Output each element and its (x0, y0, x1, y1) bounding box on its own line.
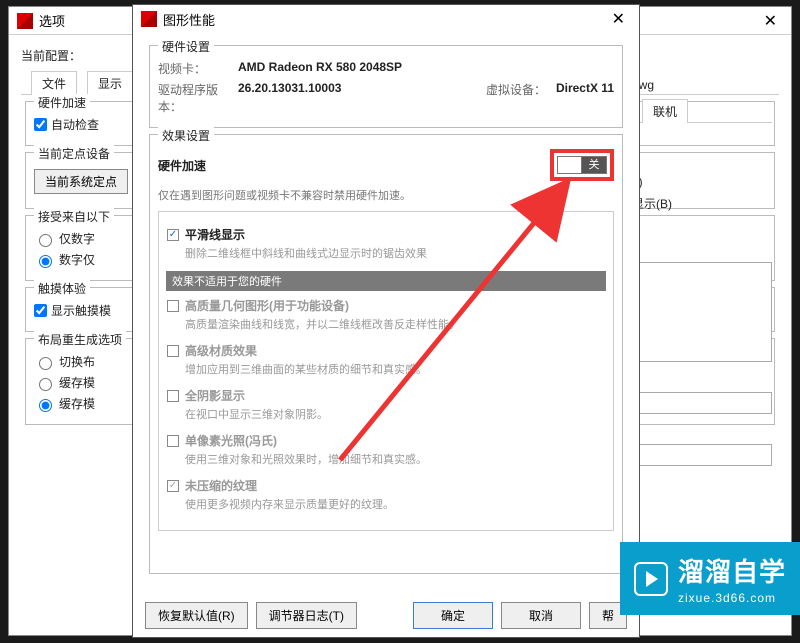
accept-from-legend: 接受来自以下 (34, 208, 114, 225)
right-field-1[interactable] (632, 392, 772, 414)
checkbox-icon (167, 345, 179, 357)
layout-regen-legend: 布局重生成选项 (34, 331, 126, 348)
driver-label: 驱动程序版本： (158, 81, 238, 115)
tab-file[interactable]: 文件 (31, 71, 77, 95)
adv-mat-desc: 增加应用到三维曲面的某些材质的细节和真实感。 (185, 361, 605, 377)
smooth-line-desc: 删除二维线框中斜线和曲线式边显示时的锯齿效果 (185, 245, 605, 261)
options-title: 选项 (39, 11, 65, 30)
right-dwg-label: dwg (632, 78, 772, 92)
hw-accel-legend: 硬件加速 (34, 94, 90, 111)
video-card-row: 视频卡： AMD Radeon RX 580 2048SP (158, 60, 614, 77)
video-card-value: AMD Radeon RX 580 2048SP (238, 60, 402, 77)
point-device-legend: 当前定点设备 (34, 145, 114, 162)
texture-title: 未压缩的纹理 (185, 477, 257, 494)
dlg-title: 图形性能 (163, 10, 215, 29)
watermark-title: 溜溜自学 (678, 552, 786, 589)
hardware-settings-legend: 硬件设置 (158, 38, 214, 55)
adv-mat-item: 高级材质效果 增加应用到三维曲面的某些材质的细节和真实感。 (167, 342, 605, 377)
dlg-footer: 恢复默认值(R) 调节器日志(T) 确定 取消 帮 (133, 602, 639, 629)
restore-defaults-button[interactable]: 恢复默认值(R) (145, 602, 248, 629)
shadow-item: 全阴影显示 在视口中显示三维对象阴影。 (167, 387, 605, 422)
close-icon[interactable]: ✕ (758, 11, 783, 31)
cancel-button[interactable]: 取消 (501, 602, 581, 629)
shadow-title: 全阴影显示 (185, 387, 245, 404)
driver-value: 26.20.13031.10003 (238, 81, 341, 115)
play-icon (634, 562, 668, 596)
tab-display[interactable]: 显示 (87, 71, 133, 95)
smooth-line-option: 平滑线显示 删除二维线框中斜线和曲线式边显示时的锯齿效果 效果不适用于您的硬件 … (158, 211, 614, 531)
watermark: 溜溜自学 zixue.3d66.com (620, 542, 800, 615)
hardware-settings-group: 硬件设置 视频卡： AMD Radeon RX 580 2048SP 驱动程序版… (149, 45, 623, 128)
show-touch-input[interactable] (34, 304, 47, 317)
close-icon[interactable]: ✕ (606, 9, 631, 29)
dlg-body: 硬件设置 视频卡： AMD Radeon RX 580 2048SP 驱动程序版… (133, 33, 639, 574)
tuner-log-button[interactable]: 调节器日志(T) (256, 602, 357, 629)
checkbox-icon (167, 390, 179, 402)
pixel-light-item: 单像素光照(冯氏) 使用三维对象和光照效果时，增加细节和真实感。 (167, 432, 605, 467)
toggle-handle-icon (558, 157, 582, 173)
system-point-button[interactable]: 当前系统定点 (34, 169, 128, 194)
pixel-light-title: 单像素光照(冯氏) (185, 432, 277, 449)
ok-button[interactable]: 确定 (413, 602, 493, 629)
touch-legend: 触摸体验 (34, 280, 90, 297)
high-geom-title: 高质量几何图形(用于功能设备) (185, 297, 349, 314)
hw-accel-hint: 仅在遇到图形问题或视频卡不兼容时禁用硬件加速。 (158, 187, 614, 203)
effect-settings-legend: 效果设置 (158, 127, 214, 144)
smooth-line-item[interactable]: 平滑线显示 删除二维线框中斜线和曲线式边显示时的锯齿效果 (167, 226, 605, 261)
right-listbox[interactable] (632, 262, 772, 362)
watermark-url: zixue.3d66.com (678, 591, 786, 605)
effect-settings-group: 效果设置 硬件加速 关 仅在遇到图形问题或视频卡不兼容时禁用硬件加速。 平滑线显… (149, 134, 623, 574)
texture-item: ✓ 未压缩的纹理 使用更多视频内存来显示质量更好的纹理。 (167, 477, 605, 512)
right-field-2[interactable] (632, 444, 772, 466)
high-geom-item: 高质量几何图形(用于功能设备) 高质量渲染曲线和线宽，并以二维线框改善反走样性能… (167, 297, 605, 332)
hw-accel-label: 硬件加速 (158, 157, 206, 174)
tab-online[interactable]: 联机 (642, 99, 688, 123)
right-partial-area: dwg 联机 L) 显示(B) (632, 72, 772, 472)
hw-accel-toggle[interactable]: 关 (557, 156, 607, 174)
graphics-perf-dialog: 图形性能 ✕ 硬件设置 视频卡： AMD Radeon RX 580 2048S… (132, 4, 640, 638)
texture-desc: 使用更多视频内存来显示质量更好的纹理。 (185, 496, 605, 512)
auto-check-input[interactable] (34, 118, 47, 131)
hw-accel-toggle-highlight: 关 (550, 149, 614, 181)
right-l-label: L) (632, 175, 772, 189)
dlg-titlebar: 图形性能 ✕ (133, 5, 639, 33)
hw-accel-row: 硬件加速 关 (158, 149, 614, 181)
app-logo-icon (141, 11, 157, 27)
toggle-state: 关 (582, 157, 606, 173)
checkbox-icon (167, 435, 179, 447)
video-card-label: 视频卡： (158, 60, 238, 77)
checkbox-icon[interactable] (167, 229, 179, 241)
checkbox-icon: ✓ (167, 480, 179, 492)
shadow-desc: 在视口中显示三维对象阴影。 (185, 406, 605, 422)
app-logo-icon (17, 13, 33, 29)
smooth-line-title: 平滑线显示 (185, 226, 245, 243)
not-applicable-stripe: 效果不适用于您的硬件 (166, 271, 606, 291)
pixel-light-desc: 使用三维对象和光照效果时，增加细节和真实感。 (185, 451, 605, 467)
adv-mat-title: 高级材质效果 (185, 342, 257, 359)
virt-value: DirectX 11 (556, 81, 614, 115)
auto-check-label: 自动检查 (51, 116, 99, 133)
driver-row: 驱动程序版本： 26.20.13031.10003 虚拟设备： DirectX … (158, 81, 614, 115)
right-showb-label: 显示(B) (632, 195, 772, 212)
checkbox-icon (167, 300, 179, 312)
virt-label: 虚拟设备： (486, 81, 546, 115)
high-geom-desc: 高质量渲染曲线和线宽，并以二维线框改善反走样性能。 (185, 316, 605, 332)
